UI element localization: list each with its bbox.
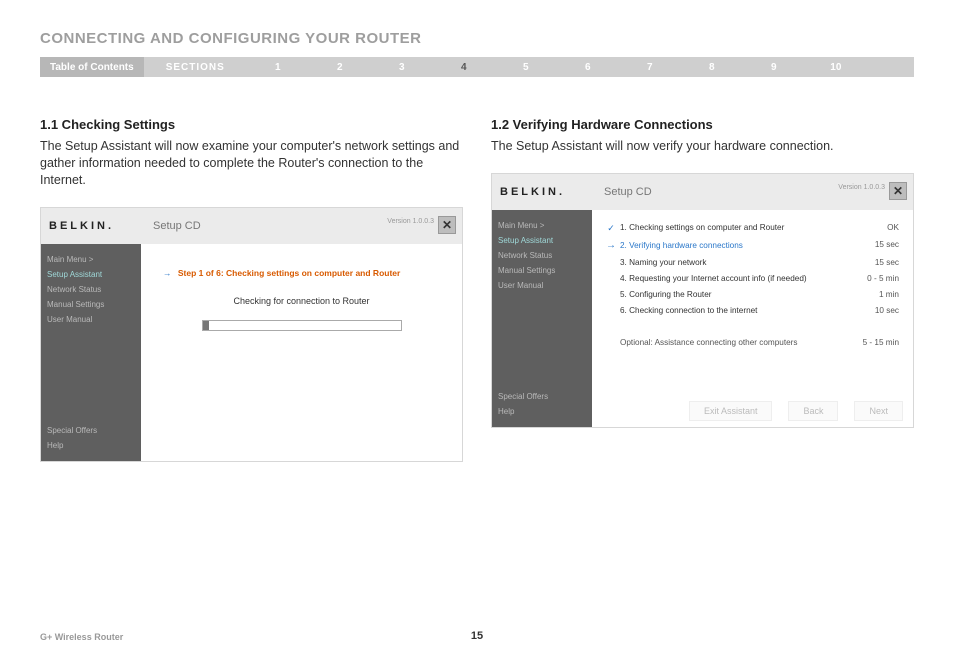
progress-bar	[202, 320, 402, 331]
arrow-right-icon: →	[163, 268, 172, 278]
section-link-8[interactable]: 8	[681, 62, 743, 73]
app-sidebar: Main Menu > Setup Assistant Network Stat…	[492, 210, 592, 427]
app-version: Version 1.0.0.3	[387, 218, 434, 225]
screenshot-checking-settings: BELKIN. Setup CD Version 1.0.0.3 ✕ Main …	[40, 207, 463, 462]
step-mark-icon: →	[606, 239, 616, 254]
sidebar-item-main-menu[interactable]: Main Menu >	[498, 221, 586, 230]
screenshot-verifying-connections: BELKIN. Setup CD Version 1.0.0.3 ✕ Main …	[491, 173, 914, 428]
step-time: 0 - 5 min	[867, 273, 899, 285]
section-link-4[interactable]: 4	[433, 62, 495, 73]
sidebar-item-help[interactable]: Help	[498, 407, 586, 416]
brand-logo: BELKIN.	[500, 186, 592, 198]
app-header-title: Setup CD	[604, 186, 652, 198]
next-button[interactable]: Next	[854, 401, 903, 421]
section-1-1-heading: 1.1 Checking Settings	[40, 117, 463, 132]
app-header: BELKIN. Setup CD Version 1.0.0.3 ✕	[492, 174, 913, 210]
step-time: 15 sec	[875, 257, 899, 269]
step-time: 15 sec	[875, 239, 899, 254]
section-link-5[interactable]: 5	[495, 62, 557, 73]
section-link-6[interactable]: 6	[557, 62, 619, 73]
optional-step-label: Optional: Assistance connecting other co…	[620, 337, 798, 349]
sidebar-item-manual-settings[interactable]: Manual Settings	[47, 300, 135, 309]
sections-label: SECTIONS	[144, 62, 247, 73]
toc-link[interactable]: Table of Contents	[40, 57, 144, 77]
step-row: 6. Checking connection to the internet 10…	[606, 303, 899, 319]
step-label: 2. Verifying hardware connections	[620, 240, 743, 252]
section-link-1[interactable]: 1	[247, 62, 309, 73]
sidebar-item-help[interactable]: Help	[47, 441, 135, 450]
footer-product-name: G+ Wireless Router	[40, 632, 123, 642]
step-row: 3. Naming your network 15 sec	[606, 255, 899, 271]
close-icon[interactable]: ✕	[438, 216, 456, 234]
back-button[interactable]: Back	[788, 401, 838, 421]
step-label: 6. Checking connection to the internet	[620, 305, 757, 317]
step-label: 5. Configuring the Router	[620, 289, 711, 301]
sidebar-item-manual-settings[interactable]: Manual Settings	[498, 266, 586, 275]
exit-assistant-button[interactable]: Exit Assistant	[689, 401, 773, 421]
app-header-title: Setup CD	[153, 220, 201, 232]
section-link-9[interactable]: 9	[743, 62, 805, 73]
step-label: 3. Naming your network	[620, 257, 706, 269]
step-row: 5. Configuring the Router 1 min	[606, 287, 899, 303]
app-header: BELKIN. Setup CD Version 1.0.0.3 ✕	[41, 208, 462, 244]
step-row: → 2. Verifying hardware connections 15 sec	[606, 237, 899, 256]
step-mark-icon: ✓	[606, 222, 616, 235]
sections-navbar: Table of Contents SECTIONS 12345678910	[40, 57, 914, 77]
step-time: 1 min	[879, 289, 899, 301]
sidebar-item-network-status[interactable]: Network Status	[498, 251, 586, 260]
section-1-2-heading: 1.2 Verifying Hardware Connections	[491, 117, 914, 132]
step-header-text: Step 1 of 6: Checking settings on comput…	[178, 268, 400, 278]
step-row: ✓ 1. Checking settings on computer and Ro…	[606, 220, 899, 237]
sidebar-item-network-status[interactable]: Network Status	[47, 285, 135, 294]
optional-step-time: 5 - 15 min	[863, 337, 899, 349]
sidebar-item-special-offers[interactable]: Special Offers	[47, 426, 135, 435]
section-1-1-body: The Setup Assistant will now examine you…	[40, 138, 463, 189]
section-link-2[interactable]: 2	[309, 62, 371, 73]
sidebar-item-setup-assistant[interactable]: Setup Assistant	[498, 236, 586, 245]
sidebar-item-user-manual[interactable]: User Manual	[47, 315, 135, 324]
step-time: 10 sec	[875, 305, 899, 317]
section-link-10[interactable]: 10	[805, 62, 867, 73]
optional-step-row: Optional: Assistance connecting other co…	[606, 335, 899, 351]
page-number: 15	[471, 630, 483, 642]
app-sidebar: Main Menu > Setup Assistant Network Stat…	[41, 244, 141, 461]
step-label: 1. Checking settings on computer and Rou…	[620, 222, 784, 234]
step-row: 4. Requesting your Internet account info…	[606, 271, 899, 287]
sidebar-item-setup-assistant[interactable]: Setup Assistant	[47, 270, 135, 279]
close-icon[interactable]: ✕	[889, 182, 907, 200]
progress-fill	[203, 321, 209, 330]
brand-logo: BELKIN.	[49, 220, 141, 232]
page-title: CONNECTING AND CONFIGURING YOUR ROUTER	[40, 30, 914, 47]
section-link-3[interactable]: 3	[371, 62, 433, 73]
sidebar-item-user-manual[interactable]: User Manual	[498, 281, 586, 290]
step-time: OK	[887, 222, 899, 235]
checking-message: Checking for connection to Router	[155, 296, 448, 306]
step-header: → Step 1 of 6: Checking settings on comp…	[163, 268, 448, 278]
steps-list: ✓ 1. Checking settings on computer and Ro…	[606, 220, 899, 351]
app-version: Version 1.0.0.3	[838, 184, 885, 191]
sidebar-item-main-menu[interactable]: Main Menu >	[47, 255, 135, 264]
step-label: 4. Requesting your Internet account info…	[620, 273, 807, 285]
section-link-7[interactable]: 7	[619, 62, 681, 73]
section-1-2-body: The Setup Assistant will now verify your…	[491, 138, 914, 155]
sidebar-item-special-offers[interactable]: Special Offers	[498, 392, 586, 401]
